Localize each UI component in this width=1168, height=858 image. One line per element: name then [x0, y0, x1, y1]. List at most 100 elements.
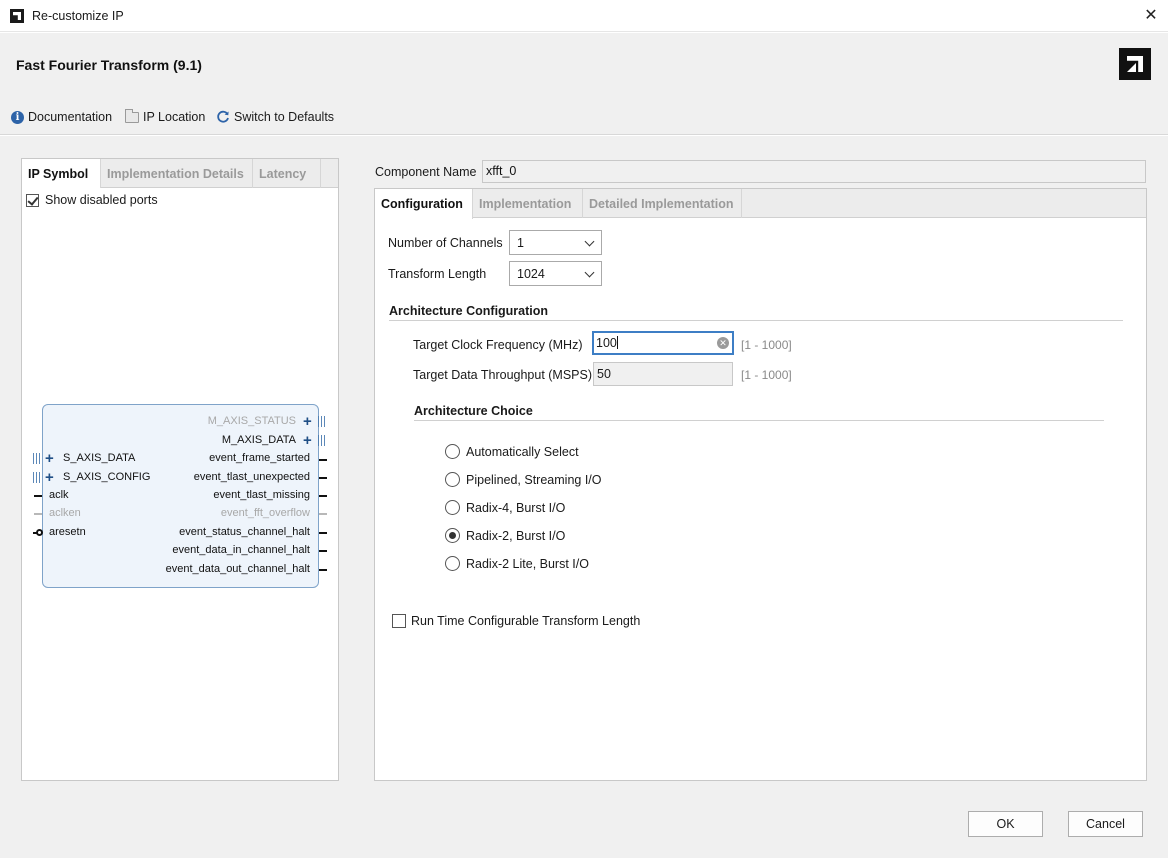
port-m-axis-status: M_AXIS_STATUS: [207, 415, 296, 427]
documentation-label: Documentation: [28, 110, 113, 124]
show-disabled-ports-checkbox[interactable]: Show disabled ports: [26, 193, 158, 207]
expand-icon[interactable]: +: [303, 433, 312, 448]
checkbox-box[interactable]: [26, 193, 39, 207]
port-pin: [319, 550, 327, 552]
radio-button[interactable]: [445, 556, 460, 571]
bus-icon: [33, 453, 41, 464]
port-event-frame-started: event_frame_started: [209, 452, 310, 464]
port-pin: [34, 513, 42, 515]
component-name-field[interactable]: xfft_0: [482, 160, 1146, 183]
transform-length-value: 1024: [517, 267, 545, 281]
port-s-axis-config: S_AXIS_CONFIG: [63, 471, 151, 483]
checkbox-box[interactable]: [392, 614, 406, 628]
channels-label: Number of Channels: [388, 236, 503, 250]
clock-frequency-value: 100: [596, 336, 617, 350]
radio-button[interactable]: [445, 472, 460, 487]
port-event-tlast-unexpected: event_tlast_unexpected: [193, 471, 310, 483]
port-aresetn: aresetn: [49, 526, 86, 538]
close-button[interactable]: ✕: [1138, 4, 1164, 28]
port-pin: [34, 495, 42, 497]
port-event-data-in-channel-halt: event_data_in_channel_halt: [172, 544, 310, 556]
runtime-config-checkbox[interactable]: Run Time Configurable Transform Length: [392, 614, 640, 628]
tab-implementation-details[interactable]: Implementation Details: [101, 159, 253, 188]
radio-pipelined-streaming[interactable]: Pipelined, Streaming I/O: [445, 472, 602, 487]
divider: [414, 420, 1104, 421]
radio-automatically-select[interactable]: Automatically Select: [445, 444, 579, 459]
info-icon: i: [11, 110, 24, 124]
port-pin: [319, 569, 327, 571]
port-s-axis-data: S_AXIS_DATA: [63, 452, 136, 464]
expand-icon[interactable]: +: [45, 451, 54, 466]
transform-length-select[interactable]: 1024: [509, 261, 602, 286]
radio-radix2-burst[interactable]: Radix-2, Burst I/O: [445, 528, 565, 543]
ip-location-button[interactable]: IP Location: [125, 108, 205, 126]
throughput-label: Target Data Throughput (MSPS): [413, 368, 593, 382]
chevron-down-icon: [584, 236, 595, 247]
radio-button[interactable]: [445, 444, 460, 459]
port-pin: [319, 513, 327, 515]
radio-button-selected[interactable]: [445, 528, 460, 543]
documentation-button[interactable]: i Documentation: [11, 108, 112, 126]
component-name-label: Component Name: [375, 165, 477, 179]
bus-icon: [318, 435, 326, 446]
tab-detailed-implementation[interactable]: Detailed Implementation: [583, 189, 742, 218]
radio-button[interactable]: [445, 500, 460, 515]
clock-frequency-label: Target Clock Frequency (MHz): [413, 338, 583, 352]
show-disabled-ports-label: Show disabled ports: [45, 193, 158, 207]
divider: [389, 320, 1123, 321]
radio-label: Pipelined, Streaming I/O: [466, 472, 602, 487]
window-title: Re-customize IP: [32, 9, 124, 23]
left-tab-bar: IP Symbol Implementation Details Latency: [22, 159, 338, 189]
tab-ip-symbol[interactable]: IP Symbol: [22, 159, 101, 189]
text-caret: [616, 336, 618, 349]
radio-radix2-lite-burst[interactable]: Radix-2 Lite, Burst I/O: [445, 556, 589, 571]
bus-icon: [318, 416, 326, 427]
port-m-axis-data: M_AXIS_DATA: [221, 434, 296, 446]
chevron-down-icon: [584, 267, 595, 278]
throughput-input[interactable]: 50: [593, 362, 733, 386]
active-low-icon: [36, 529, 43, 536]
right-tab-bar: Configuration Implementation Detailed Im…: [375, 189, 1146, 219]
port-pin: [319, 495, 327, 497]
port-aclk: aclk: [49, 489, 69, 501]
radio-label: Automatically Select: [466, 444, 579, 459]
radio-label: Radix-2 Lite, Burst I/O: [466, 556, 589, 571]
switch-defaults-label: Switch to Defaults: [234, 110, 335, 124]
tab-latency[interactable]: Latency: [253, 159, 321, 188]
bus-icon: [33, 472, 41, 483]
ip-title: Fast Fourier Transform (9.1): [16, 57, 202, 73]
runtime-config-label: Run Time Configurable Transform Length: [411, 614, 641, 628]
radio-label: Radix-4, Burst I/O: [466, 500, 566, 515]
radio-radix4-burst[interactable]: Radix-4, Burst I/O: [445, 500, 565, 515]
tab-implementation[interactable]: Implementation: [473, 189, 583, 218]
arch-config-title: Architecture Configuration: [389, 304, 549, 318]
throughput-range: [1 - 1000]: [741, 368, 792, 382]
switch-to-defaults-button[interactable]: Switch to Defaults: [216, 108, 334, 126]
app-logo-icon: [10, 9, 24, 23]
folder-icon: [125, 108, 139, 123]
title-bar: [0, 0, 1168, 32]
port-pin: [319, 532, 327, 534]
arch-choice-title: Architecture Choice: [414, 404, 533, 418]
channels-value: 1: [517, 236, 524, 250]
port-aclken: aclken: [49, 507, 81, 519]
cancel-button[interactable]: Cancel: [1068, 811, 1143, 837]
expand-icon[interactable]: +: [45, 470, 54, 485]
port-pin: [319, 477, 327, 479]
clear-icon[interactable]: ✕: [717, 337, 729, 349]
channels-select[interactable]: 1: [509, 230, 602, 255]
refresh-icon: [216, 110, 230, 124]
ok-button[interactable]: OK: [968, 811, 1043, 837]
port-pin: [319, 459, 327, 461]
transform-length-label: Transform Length: [388, 267, 487, 281]
radio-label: Radix-2, Burst I/O: [466, 528, 566, 543]
brand-logo-icon: [1119, 48, 1151, 80]
clock-frequency-range: [1 - 1000]: [741, 338, 792, 352]
expand-icon[interactable]: +: [303, 414, 312, 429]
port-event-data-out-channel-halt: event_data_out_channel_halt: [165, 563, 310, 575]
tab-configuration[interactable]: Configuration: [375, 189, 473, 219]
port-event-status-channel-halt: event_status_channel_halt: [179, 526, 310, 538]
port-event-tlast-missing: event_tlast_missing: [213, 489, 310, 501]
port-event-fft-overflow: event_fft_overflow: [220, 507, 310, 519]
clock-frequency-input[interactable]: 100 ✕: [592, 331, 734, 355]
